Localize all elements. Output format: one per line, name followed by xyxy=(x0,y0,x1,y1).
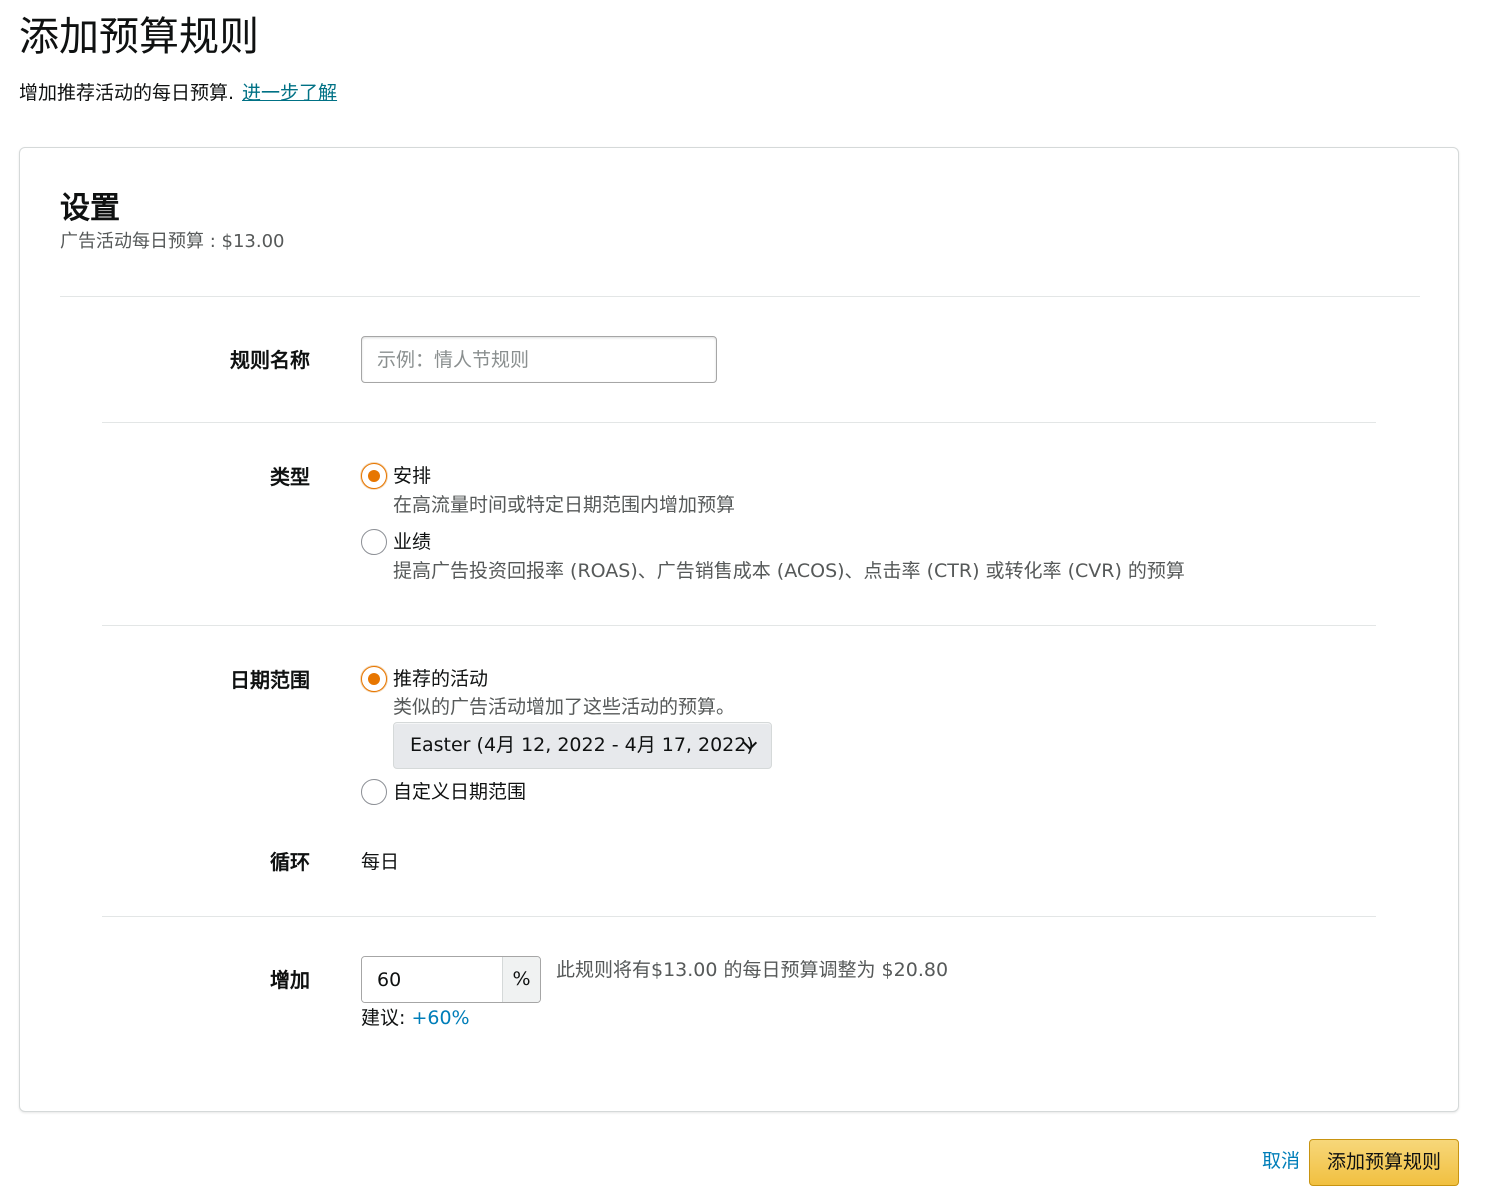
type-performance-radio[interactable] xyxy=(361,529,387,555)
page-title: 添加预算规则 xyxy=(19,14,259,60)
divider xyxy=(102,422,1376,423)
type-performance-description: 提高广告投资回报率 (ROAS)、广告销售成本 (ACOS)、点击率 (CTR)… xyxy=(393,560,1185,582)
date-custom-label[interactable]: 自定义日期范围 xyxy=(393,779,526,805)
rule-name-input[interactable] xyxy=(361,336,717,383)
type-performance-label[interactable]: 业绩 xyxy=(393,529,431,555)
event-select[interactable]: Easter (4月 12, 2022 - 4月 17, 2022) xyxy=(393,722,772,769)
divider xyxy=(102,625,1376,626)
increase-label: 增加 xyxy=(270,968,310,992)
date-recommended-radio[interactable] xyxy=(361,666,387,692)
divider xyxy=(60,296,1420,297)
suggestion-value[interactable]: +60% xyxy=(411,1007,469,1029)
date-custom-radio[interactable] xyxy=(361,779,387,805)
settings-card: 设置 广告活动每日预算 : $13.00 规则名称 类型 安排 在高流量时间或特… xyxy=(19,147,1459,1112)
date-range-label: 日期范围 xyxy=(230,668,310,692)
page-subtitle: 增加推荐活动的每日预算. 进一步了解 xyxy=(19,80,337,106)
type-schedule-label[interactable]: 安排 xyxy=(393,463,431,489)
type-label: 类型 xyxy=(270,465,310,489)
event-select-value: Easter (4月 12, 2022 - 4月 17, 2022) xyxy=(410,734,754,756)
date-recommended-label[interactable]: 推荐的活动 xyxy=(393,666,488,692)
learn-more-link[interactable]: 进一步了解 xyxy=(242,82,337,104)
divider xyxy=(102,916,1376,917)
recurrence-value: 每日 xyxy=(361,851,400,873)
add-budget-rule-button[interactable]: 添加预算规则 xyxy=(1309,1139,1459,1186)
cancel-button[interactable]: 取消 xyxy=(1262,1148,1300,1174)
date-recommended-description: 类似的广告活动增加了这些活动的预算。 xyxy=(393,696,736,718)
settings-title: 设置 xyxy=(60,191,120,226)
increase-input[interactable] xyxy=(362,957,502,1002)
campaign-daily-budget: 广告活动每日预算 : $13.00 xyxy=(60,231,285,252)
type-schedule-radio[interactable] xyxy=(361,463,387,489)
increase-field: % xyxy=(361,956,541,1003)
percent-unit: % xyxy=(502,957,540,1002)
subtitle-text: 增加推荐活动的每日预算. xyxy=(19,82,235,104)
type-schedule-description: 在高流量时间或特定日期范围内增加预算 xyxy=(393,494,736,516)
budget-adjust-hint: 此规则将有$13.00 的每日预算调整为 $20.80 xyxy=(556,959,949,981)
suggestion-label: 建议: xyxy=(361,1007,406,1029)
recurrence-label: 循环 xyxy=(270,850,310,874)
suggestion: 建议: +60% xyxy=(361,1005,470,1031)
rule-name-label: 规则名称 xyxy=(230,348,310,372)
